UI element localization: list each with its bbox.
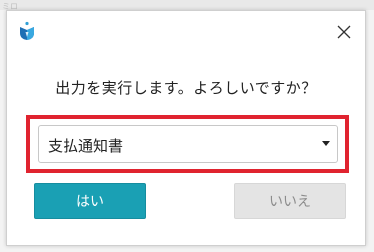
confirm-message: 出力を実行します。よろしいですか？: [55, 79, 317, 97]
close-icon: [337, 25, 351, 39]
chevron-down-icon: [322, 141, 330, 146]
background-window-strip: ミロ: [0, 0, 374, 11]
document-type-select[interactable]: 支払通知書: [38, 125, 338, 163]
close-button[interactable]: [331, 19, 357, 45]
no-button[interactable]: いいえ: [234, 183, 346, 219]
confirm-dialog: 出力を実行します。よろしいですか？ 支払通知書 はい いいえ: [6, 10, 366, 246]
select-value: 支払通知書: [48, 137, 124, 155]
tulip-logo-icon: [20, 21, 34, 40]
yes-button[interactable]: はい: [34, 183, 146, 219]
